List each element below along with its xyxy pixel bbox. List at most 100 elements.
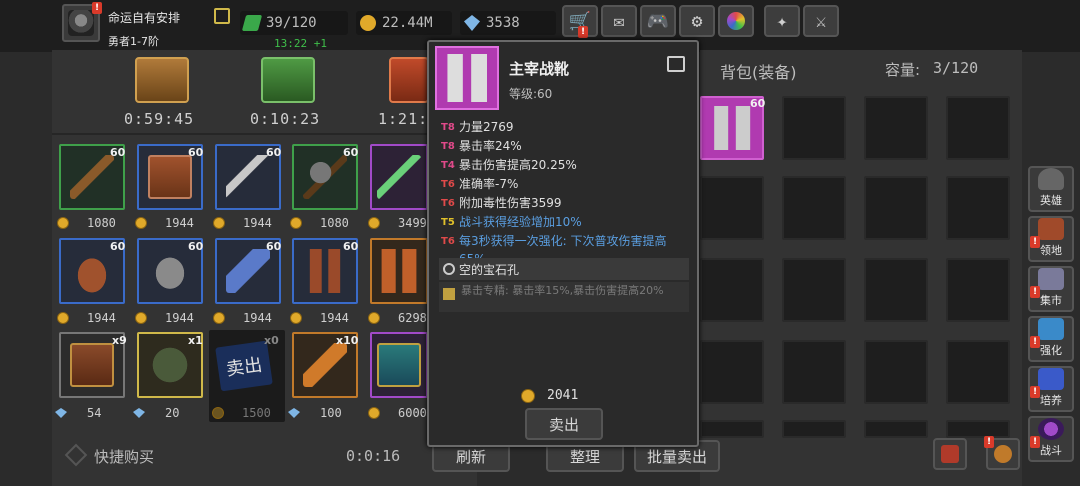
bag-item-level: 60 — [750, 97, 766, 110]
wings-button[interactable]: ✦ — [764, 5, 800, 37]
item-price: 1944 — [135, 311, 194, 325]
bag-slot[interactable] — [864, 258, 928, 322]
edit-icon[interactable] — [214, 8, 230, 24]
market-icon — [1038, 268, 1064, 290]
player-rank: 勇者1-7阶 — [108, 35, 159, 48]
book-icon — [148, 155, 192, 199]
bag-slot[interactable] — [946, 96, 1010, 160]
chest-2-icon[interactable] — [389, 57, 429, 103]
tier-badge: T4 — [441, 160, 455, 171]
shop-item-chest[interactable] — [370, 332, 428, 398]
bag-slot[interactable] — [946, 258, 1010, 322]
bag-slot[interactable] — [782, 176, 846, 240]
gold-display: 22.44M — [356, 11, 452, 35]
energy-display: 39/120 — [240, 11, 348, 35]
item-level: 60 — [110, 240, 126, 253]
item-level: 60 — [343, 146, 359, 159]
crossed-swords-button[interactable]: ⚔ — [803, 5, 839, 37]
alert-badge: ! — [578, 26, 588, 38]
coin-icon — [368, 407, 380, 419]
item-price: 1944 — [213, 311, 272, 325]
shop-item-boots[interactable] — [370, 238, 428, 304]
nav-hero[interactable]: 英雄 — [1028, 166, 1074, 212]
gem-display: 3538 — [460, 11, 556, 35]
alert-badge: ! — [1030, 336, 1040, 348]
chest-0-icon[interactable] — [135, 57, 189, 103]
coin-icon — [290, 217, 302, 229]
item-price: 20 — [133, 406, 179, 420]
sell-price: 2041 — [521, 388, 578, 403]
bag-slot[interactable] — [782, 258, 846, 322]
gear-icon: ⚙ — [691, 10, 703, 32]
boots-icon — [445, 54, 489, 102]
chest-1-icon[interactable] — [261, 57, 315, 103]
bag-slot[interactable] — [864, 420, 928, 438]
item-price: 1500 — [212, 406, 271, 420]
bag-capacity-label: 容量: — [885, 61, 921, 79]
chest-1-timer: 0:10:23 — [250, 110, 321, 128]
bag-slot[interactable] — [782, 96, 846, 160]
popup-item-icon — [435, 46, 499, 110]
bag-slot[interactable] — [946, 340, 1010, 404]
tier-badge: T5 — [441, 217, 455, 228]
gem-icon — [288, 408, 300, 418]
bag-slot[interactable] — [864, 176, 928, 240]
energy-icon — [241, 15, 263, 31]
bag-slot[interactable] — [864, 340, 928, 404]
bag-slot[interactable] — [782, 340, 846, 404]
attribute-text: 附加毒性伤害3599 — [459, 196, 562, 210]
bag-slot[interactable] — [864, 96, 928, 160]
train-icon — [1038, 368, 1064, 390]
bag-slot[interactable] — [700, 420, 764, 438]
tier-badge: T8 — [441, 141, 455, 152]
chest-0-timer: 0:59:45 — [124, 110, 195, 128]
item-price: 1080 — [290, 216, 349, 230]
item-count: x9 — [112, 334, 127, 347]
pants-icon — [303, 249, 347, 293]
sell-button[interactable]: 卖出 — [525, 408, 603, 440]
crossed-swords-icon: ⚔ — [815, 10, 827, 32]
coin-icon — [213, 217, 225, 229]
helmet-icon — [1038, 168, 1064, 190]
gem-icon — [464, 15, 480, 31]
attribute-row: T5 战斗获得经验增加10% — [441, 213, 691, 232]
bag-slot[interactable] — [946, 176, 1010, 240]
chest-icon — [377, 343, 421, 387]
bag-slot[interactable] — [700, 258, 764, 322]
coin-icon — [135, 312, 147, 324]
gem-icon — [55, 408, 67, 418]
item-name: 主宰战靴 — [509, 60, 570, 78]
divider — [52, 133, 427, 135]
alert-badge: ! — [1030, 436, 1040, 448]
attribute-text: 准确率-7% — [459, 177, 519, 191]
tome-icon — [70, 343, 114, 387]
tier-badge: T6 — [441, 198, 455, 209]
bag-slot[interactable] — [700, 340, 764, 404]
knight-helmet-icon — [68, 10, 94, 36]
bag-slot[interactable] — [946, 420, 1010, 438]
tier-badge: T6 — [441, 179, 455, 190]
mail-button[interactable]: ✉ — [601, 5, 637, 37]
item-price: 1944 — [135, 216, 194, 230]
mace-icon — [303, 155, 347, 199]
bag-slot[interactable] — [782, 420, 846, 438]
gamepad-button[interactable]: 🎮 — [640, 5, 676, 37]
mail-icon: ✉ — [613, 10, 625, 32]
coin-icon — [521, 388, 535, 403]
attribute-row: T8 力量2769 — [441, 118, 691, 137]
item-price: 1944 — [290, 311, 349, 325]
coin-icon — [290, 312, 302, 324]
equipment-button[interactable] — [933, 438, 967, 470]
alert-badge: ! — [1030, 386, 1040, 398]
shop-item-sword[interactable] — [370, 144, 428, 210]
unlock-icon[interactable] — [667, 56, 685, 72]
crystal-icon — [303, 343, 347, 387]
gem-socket: 空的宝石孔 — [439, 258, 689, 280]
item-detail-popup: 主宰战靴 等级:60 T8 力量2769 T8 暴击率24% T4 暴击伤害提高20.25… — [427, 40, 699, 447]
bag-slot[interactable] — [700, 176, 764, 240]
armor-icon — [148, 249, 192, 293]
coin-icon — [212, 407, 224, 419]
settings-button[interactable]: ⚙ — [679, 5, 715, 37]
gloves-icon — [226, 249, 270, 293]
color-wheel-button[interactable] — [718, 5, 754, 37]
